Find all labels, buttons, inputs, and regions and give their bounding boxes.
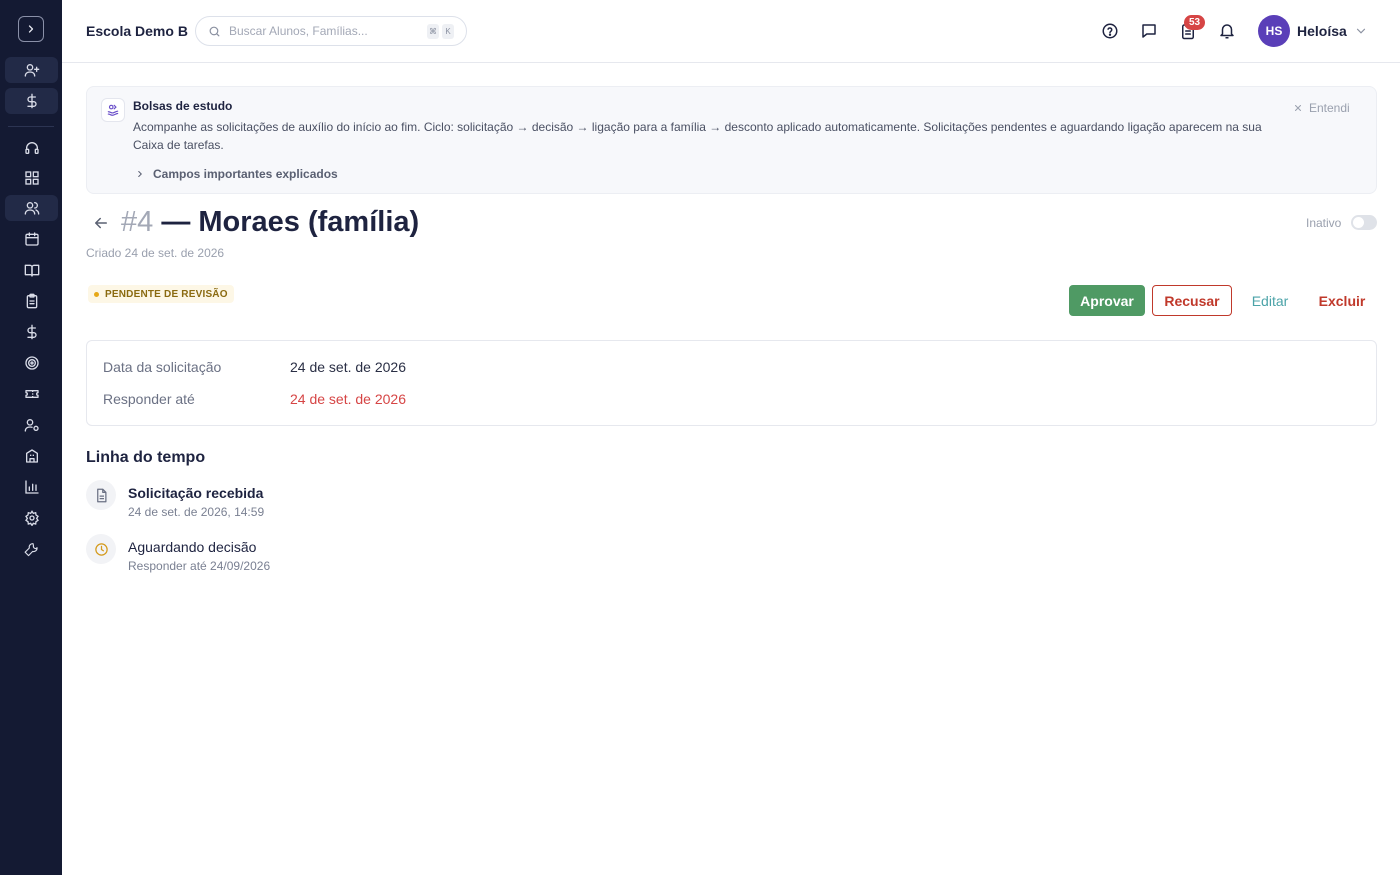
scholarship-icon	[101, 98, 125, 122]
sidebar-item-finance-quick[interactable]	[5, 88, 58, 114]
tasks-count-badge: 53	[1184, 15, 1205, 30]
inactive-label: Inativo	[1306, 216, 1342, 230]
sidebar-item-tools[interactable]	[5, 537, 58, 563]
created-date: Criado 24 de set. de 2026	[86, 246, 225, 260]
edit-button[interactable]: Editar	[1240, 285, 1300, 316]
sidebar-item-finance[interactable]	[5, 319, 58, 345]
users-icon	[24, 202, 39, 215]
ticket-icon	[24, 390, 39, 398]
back-arrow-icon[interactable]	[92, 214, 110, 232]
fields-explained-toggle[interactable]: Campos importantes explicados	[135, 167, 338, 181]
messages-button[interactable]	[1139, 21, 1159, 41]
help-circle-icon	[1102, 23, 1118, 39]
document-icon	[96, 488, 106, 502]
dollar-icon	[26, 93, 37, 109]
banner-dismiss-label: Entendi	[1309, 101, 1350, 115]
timeline-item-subtitle: 24 de set. de 2026, 14:59	[128, 505, 265, 519]
timeline-item-icon	[86, 480, 116, 510]
chat-icon	[1142, 24, 1156, 38]
sidebar-item-dashboard[interactable]	[5, 165, 58, 191]
chevron-down-icon[interactable]	[1354, 24, 1368, 38]
timeline-item-subtitle: Responder até 24/09/2026	[128, 559, 271, 573]
timeline-heading: Linha do tempo	[86, 449, 206, 466]
chevron-right-icon	[28, 25, 34, 33]
banner-text: Acompanhe as solicitações de auxílio do …	[133, 120, 1262, 152]
sidebar-item-calendar[interactable]	[5, 226, 58, 252]
sidebar-item-tickets[interactable]	[5, 381, 58, 407]
shortcut-key-k: K	[442, 24, 454, 39]
user-name[interactable]: Heloísa	[1297, 23, 1347, 39]
user-gear-icon	[24, 419, 39, 432]
help-button[interactable]	[1100, 21, 1120, 41]
search-box[interactable]: ⌘ K	[195, 16, 467, 46]
timeline-item-title: Aguardando decisão	[128, 539, 257, 555]
sidebar	[0, 0, 62, 875]
status-dot	[94, 291, 99, 297]
sidebar-item-reports[interactable]	[5, 474, 58, 500]
school-name: Escola Demo B	[86, 23, 188, 39]
status-badge: PENDENTE DE REVISÃO	[88, 285, 234, 303]
bell-icon	[1220, 24, 1234, 39]
reject-button[interactable]: Recusar	[1152, 285, 1232, 316]
inactive-toggle[interactable]	[1351, 215, 1377, 230]
details-card: Data da solicitação 24 de set. de 2026 R…	[86, 340, 1377, 426]
gear-icon	[24, 510, 39, 526]
record-title: — Moraes (família)	[153, 206, 420, 238]
shortcut-key-cmd: ⌘	[427, 24, 439, 39]
sidebar-item-goals[interactable]	[5, 350, 58, 376]
user-avatar[interactable]: HS	[1258, 15, 1290, 47]
sidebar-item-tasks[interactable]	[5, 288, 58, 314]
bar-chart-icon	[24, 480, 39, 494]
fields-explained-label: Campos importantes explicados	[153, 167, 338, 181]
delete-button[interactable]: Excluir	[1307, 285, 1377, 316]
book-icon	[24, 264, 39, 277]
search-icon	[209, 26, 220, 36]
sidebar-item-add-user[interactable]	[5, 57, 58, 83]
headset-icon	[24, 142, 39, 154]
building-icon	[25, 449, 38, 463]
sidebar-item-courses[interactable]	[5, 257, 58, 283]
calendar-icon	[24, 232, 39, 246]
user-plus-icon	[24, 63, 39, 77]
status-label: PENDENTE DE REVISÃO	[105, 288, 228, 300]
close-icon	[1294, 104, 1302, 112]
dollar-icon	[26, 324, 37, 340]
request-date-value: 24 de set. de 2026	[290, 359, 406, 375]
sidebar-divider	[8, 126, 54, 127]
target-icon	[24, 356, 39, 370]
sidebar-item-settings[interactable]	[5, 505, 58, 531]
search-input[interactable]	[229, 24, 419, 38]
banner-title: Bolsas de estudo	[133, 99, 233, 113]
respond-by-value: 24 de set. de 2026	[290, 391, 406, 407]
dashboard-icon	[24, 171, 39, 185]
sidebar-item-support[interactable]	[5, 135, 58, 161]
sidebar-item-families[interactable]	[5, 195, 58, 221]
clock-icon	[94, 542, 108, 556]
info-banner: Bolsas de estudo Acompanhe as solicitaçõ…	[86, 86, 1377, 194]
timeline-item-title: Solicitação recebida	[128, 485, 264, 501]
respond-by-label: Responder até	[103, 391, 195, 407]
sidebar-expand-button[interactable]	[18, 16, 44, 42]
notifications-button[interactable]	[1217, 21, 1237, 41]
request-date-label: Data da solicitação	[103, 359, 222, 375]
banner-dismiss-button[interactable]: Entendi	[1293, 101, 1350, 115]
chevron-right-icon	[138, 170, 142, 178]
approve-button[interactable]: Aprovar	[1069, 285, 1145, 316]
clipboard-icon	[26, 293, 37, 309]
record-number: #4	[121, 206, 154, 238]
page-title: #4 — Moraes (família)	[121, 206, 419, 239]
sidebar-item-buildings[interactable]	[5, 443, 58, 469]
wrench-icon	[24, 543, 38, 557]
timeline-item-icon	[86, 534, 116, 564]
top-header: Escola Demo B ⌘ K 53 HS Heloísa	[62, 0, 1400, 63]
sidebar-item-user-settings[interactable]	[5, 412, 58, 438]
